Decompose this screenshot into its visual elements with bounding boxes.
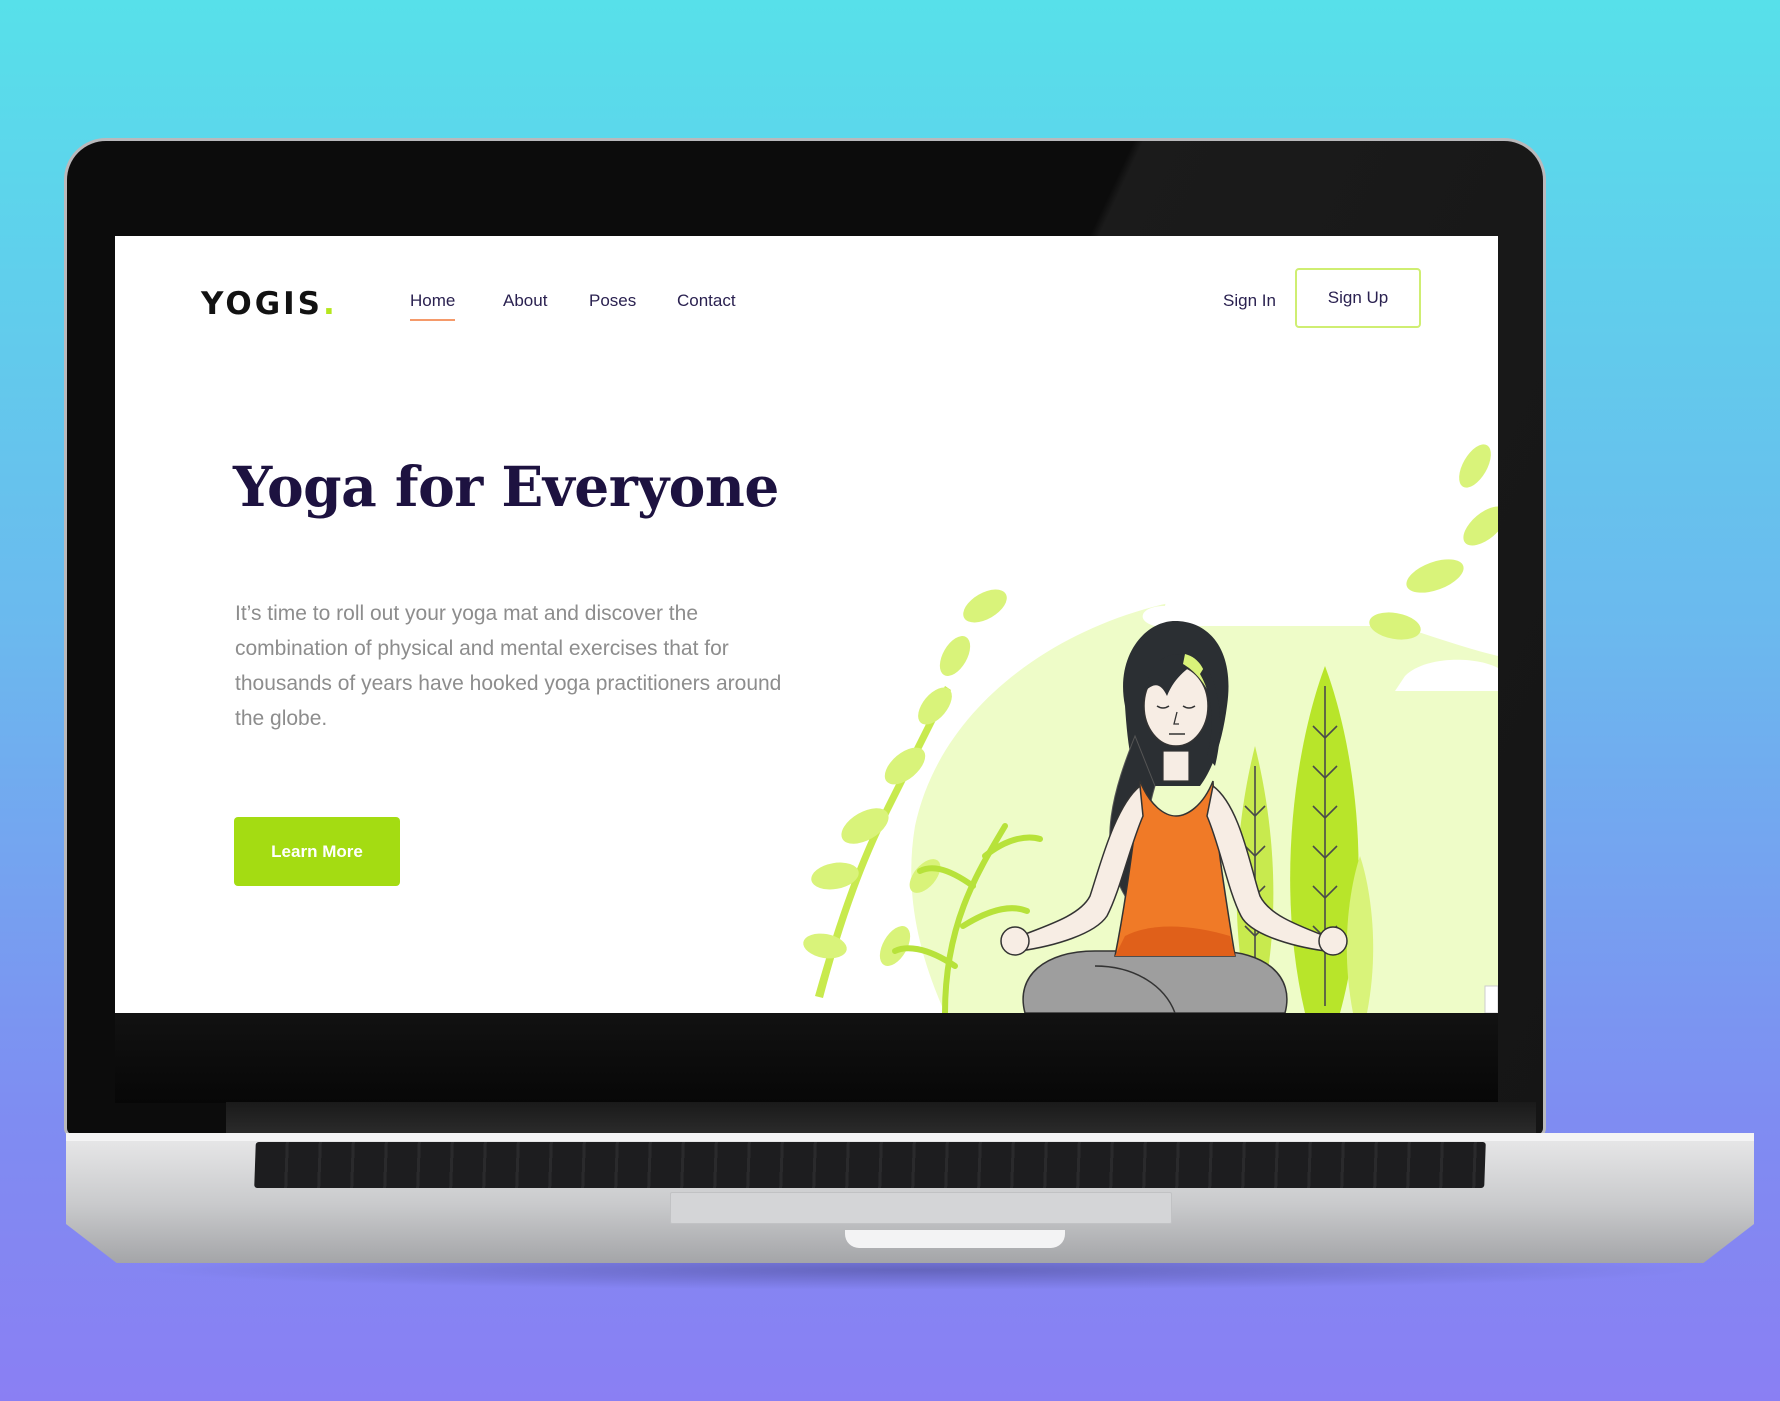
site-navbar: YOGIS. Home About Poses Contact Sign In … bbox=[115, 236, 1498, 366]
hero-title: Yoga for Everyone bbox=[233, 454, 779, 519]
laptop-trackpad bbox=[670, 1192, 1172, 1224]
sign-in-link[interactable]: Sign In bbox=[1223, 291, 1276, 311]
laptop-opening-notch bbox=[845, 1230, 1065, 1248]
nav-link-about[interactable]: About bbox=[503, 291, 547, 311]
logo-dot: . bbox=[323, 286, 338, 322]
candle bbox=[1484, 985, 1498, 1013]
laptop-hinge bbox=[226, 1102, 1536, 1136]
site-logo[interactable]: YOGIS. bbox=[201, 286, 338, 322]
nav-link-home[interactable]: Home bbox=[410, 291, 456, 321]
learn-more-button[interactable]: Learn More bbox=[234, 817, 400, 886]
hero-description: It’s time to roll out your yoga mat and … bbox=[235, 602, 782, 730]
nav-link-poses[interactable]: Poses bbox=[589, 291, 636, 311]
laptop-base-edge bbox=[66, 1133, 1754, 1141]
cloud-shape bbox=[1142, 537, 1405, 626]
sign-up-button[interactable]: Sign Up bbox=[1295, 268, 1421, 328]
meditation-illustration bbox=[803, 444, 1498, 1013]
nav-link-contact[interactable]: Contact bbox=[677, 291, 736, 311]
laptop-bottom-bezel bbox=[115, 1013, 1498, 1103]
logo-text: YOGIS bbox=[201, 286, 324, 322]
laptop-keyboard bbox=[254, 1142, 1486, 1188]
top-right-leaves bbox=[1369, 444, 1498, 640]
laptop-screen: YOGIS. Home About Poses Contact Sign In … bbox=[115, 236, 1498, 1013]
